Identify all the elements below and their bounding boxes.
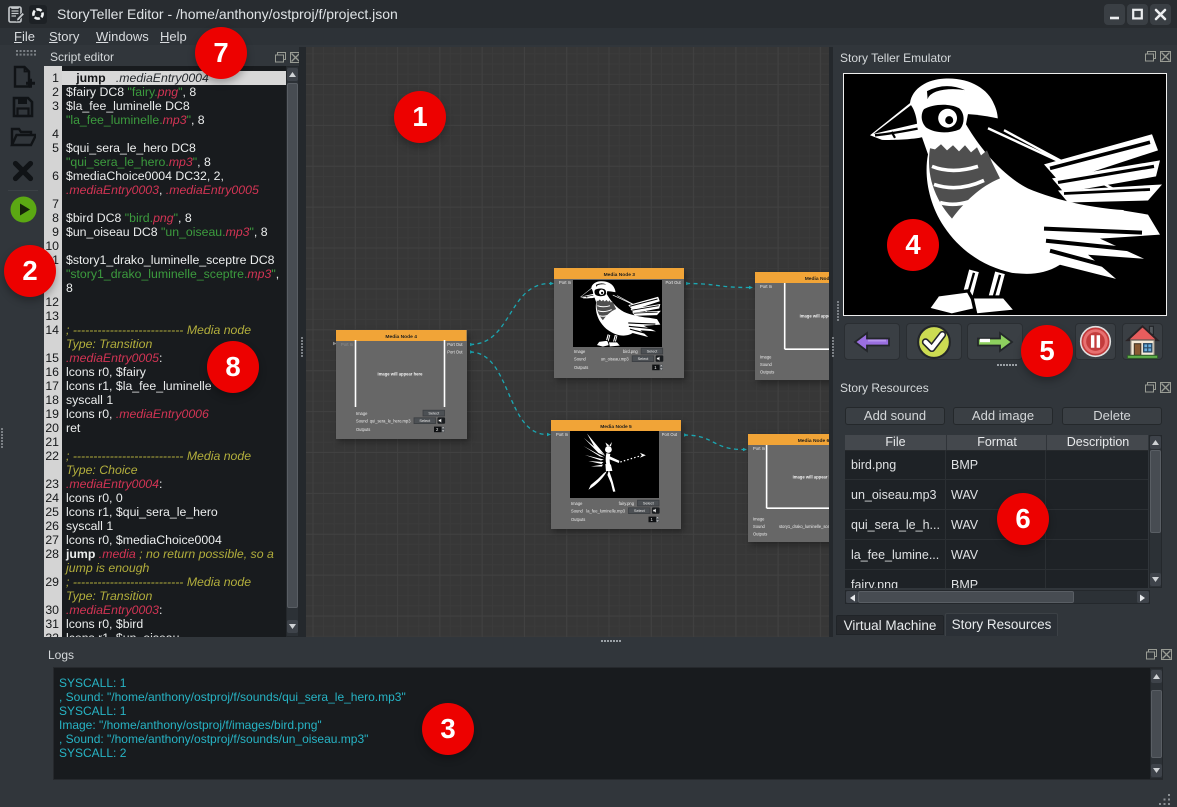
svg-text:Select: Select: [637, 356, 649, 361]
svg-text:Outputs: Outputs: [760, 369, 774, 374]
svg-text:Select: Select: [419, 418, 431, 423]
svg-text:Port In: Port In: [556, 432, 569, 437]
svg-text:Image: Image: [356, 410, 368, 415]
svg-text:Image: Image: [753, 516, 765, 521]
svg-text:Image: Image: [574, 349, 586, 354]
svg-text:Port In: Port In: [760, 284, 773, 289]
svg-text:Port Out: Port Out: [665, 280, 681, 285]
svg-text:Sound: Sound: [574, 357, 586, 362]
svg-text:Image will appear: Image will appear: [800, 314, 829, 319]
svg-text:Sound: Sound: [753, 524, 766, 529]
svg-text:Media Node 3: Media Node 3: [603, 272, 635, 278]
svg-text:Media Node 2: Media Node 2: [805, 276, 829, 282]
svg-text:Outputs: Outputs: [356, 426, 370, 431]
svg-text:Image will appear here: Image will appear here: [792, 474, 829, 479]
svg-text:Select: Select: [634, 508, 646, 513]
svg-text:la_fee_luminelle.mp3: la_fee_luminelle.mp3: [586, 508, 625, 513]
svg-text:Sound: Sound: [356, 418, 369, 423]
svg-text:Port Out: Port Out: [447, 349, 463, 354]
svg-text:fairy.png: fairy.png: [618, 500, 634, 505]
svg-text:un_oiseau.mp3: un_oiseau.mp3: [600, 357, 629, 362]
svg-text:Media Node 5: Media Node 5: [600, 423, 632, 429]
svg-text:qui_sera_le_hero.mp3: qui_sera_le_hero.mp3: [370, 418, 411, 423]
svg-text:Port In: Port In: [341, 342, 354, 347]
svg-text:Image: Image: [760, 354, 772, 359]
svg-text:Media Node 4: Media Node 4: [385, 333, 417, 339]
svg-text:Image: Image: [571, 500, 583, 505]
svg-text:Port Out: Port Out: [661, 432, 677, 437]
svg-text:Outputs: Outputs: [574, 365, 588, 370]
svg-text:Select: Select: [646, 349, 658, 354]
svg-text:Select: Select: [428, 410, 440, 415]
svg-text:Port In: Port In: [559, 280, 571, 285]
svg-text:Media Node 6: Media Node 6: [797, 438, 829, 444]
svg-text:Select: Select: [643, 500, 655, 505]
svg-text:Port In: Port In: [753, 446, 766, 451]
svg-text:Port Out: Port Out: [447, 342, 463, 347]
svg-text:Sound: Sound: [571, 508, 584, 513]
svg-text:bird.png: bird.png: [623, 349, 638, 354]
svg-text:Outputs: Outputs: [571, 516, 585, 521]
svg-text:story1_drako_luminelle_sceptre: story1_drako_luminelle_sceptre.m: [779, 524, 829, 529]
svg-text:Sound: Sound: [760, 362, 773, 367]
svg-text:Outputs: Outputs: [753, 531, 767, 536]
svg-text:Image will appear here: Image will appear here: [378, 371, 424, 376]
